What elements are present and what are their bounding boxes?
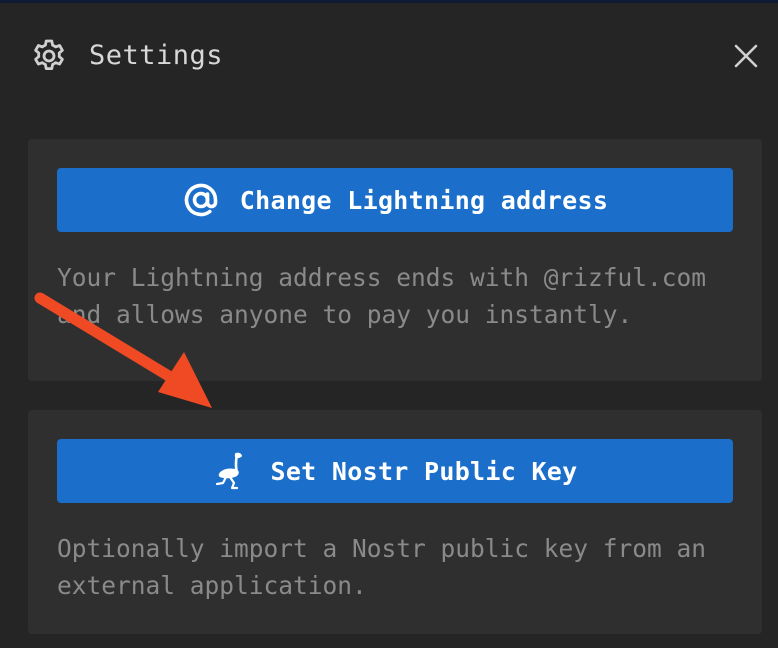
set-nostr-public-key-button[interactable]: Set Nostr Public Key	[57, 439, 733, 503]
nostr-key-description: Optionally import a Nostr public key fro…	[57, 534, 707, 600]
gear-icon	[31, 38, 67, 74]
dialog-title: Settings	[89, 40, 224, 71]
lightning-address-description: Your Lightning address ends with @rizful…	[57, 263, 707, 329]
change-lightning-address-button[interactable]: Change Lightning address	[57, 168, 733, 232]
button-label: Set Nostr Public Key	[270, 456, 578, 486]
button-label: Change Lightning address	[239, 185, 609, 215]
close-icon[interactable]	[733, 43, 759, 69]
nostr-key-card: Set Nostr Public Key Optionally import a…	[28, 410, 762, 634]
dialog-header: Settings	[0, 0, 778, 112]
at-sign-icon	[182, 181, 220, 219]
settings-dialog: Settings Change Lightning address Your L…	[0, 0, 778, 648]
ostrich-icon	[212, 452, 250, 490]
close-button[interactable]	[728, 38, 764, 74]
lightning-address-card: Change Lightning address Your Lightning …	[28, 139, 762, 381]
